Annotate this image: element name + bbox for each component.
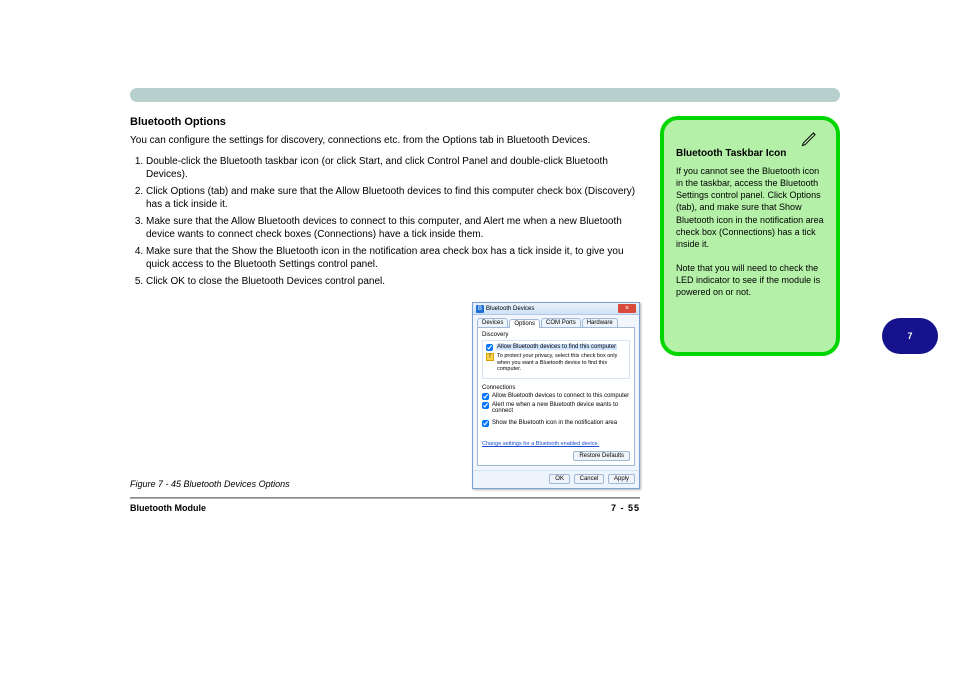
- pen-icon: [800, 128, 820, 148]
- apply-button[interactable]: Apply: [608, 474, 635, 484]
- change-settings-link[interactable]: Change settings for a Bluetooth enabled …: [482, 441, 599, 447]
- tab-comports[interactable]: COM Ports: [541, 318, 581, 327]
- footer-rule: [130, 497, 640, 499]
- main-content: Bluetooth Options You can configure the …: [130, 116, 640, 513]
- step-5: Click OK to close the Bluetooth Devices …: [146, 275, 640, 288]
- connections-checkbox2[interactable]: [482, 402, 489, 409]
- step-list: Double-click the Bluetooth taskbar icon …: [130, 155, 640, 288]
- dialog-footer: OK Cancel Apply: [473, 470, 639, 488]
- page-number: 7 - 55: [611, 503, 640, 513]
- restore-defaults-button[interactable]: Restore Defaults: [573, 451, 630, 461]
- header-rule: [130, 88, 840, 102]
- connections-checkbox2-row[interactable]: Alert me when a new Bluetooth device wan…: [482, 402, 630, 414]
- connections-group-title: Connections: [482, 385, 630, 391]
- step-3: Make sure that the Allow Bluetooth devic…: [146, 215, 640, 241]
- tab-options[interactable]: Options: [509, 319, 540, 328]
- section-intro: You can configure the settings for disco…: [130, 134, 640, 147]
- discovery-warning: To protect your privacy, select this che…: [497, 353, 626, 373]
- discovery-group-title: Discovery: [482, 332, 630, 338]
- connections-checkbox1[interactable]: [482, 393, 489, 400]
- connections-checkbox1-row[interactable]: Allow Bluetooth devices to connect to th…: [482, 393, 630, 400]
- dialog-title: Bluetooth Devices: [486, 306, 616, 312]
- dialog-titlebar[interactable]: B Bluetooth Devices ×: [473, 303, 639, 315]
- connections-checkbox2-label: Alert me when a new Bluetooth device wan…: [492, 402, 630, 414]
- note-body: If you cannot see the Bluetooth icon in …: [676, 165, 824, 299]
- notify-checkbox[interactable]: [482, 420, 489, 427]
- chapter-tab-label: 7: [907, 331, 912, 341]
- tab-devices[interactable]: Devices: [477, 318, 508, 327]
- bluetooth-devices-dialog: B Bluetooth Devices × Devices Options CO…: [472, 302, 640, 489]
- section-heading: Bluetooth Options: [130, 116, 640, 128]
- step-2: Click Options (tab) and make sure that t…: [146, 185, 640, 211]
- dialog-tabstrip: Devices Options COM Ports Hardware: [473, 315, 639, 327]
- cancel-button[interactable]: Cancel: [574, 474, 605, 484]
- step-1: Double-click the Bluetooth taskbar icon …: [146, 155, 640, 181]
- dialog-body: Discovery Allow Bluetooth devices to fin…: [477, 327, 635, 466]
- figure-caption: Figure 7 - 45 Bluetooth Devices Options: [130, 479, 462, 489]
- note-box: Bluetooth Taskbar Icon If you cannot see…: [660, 116, 840, 356]
- notify-checkbox-row[interactable]: Show the Bluetooth icon in the notificat…: [482, 420, 630, 427]
- note-title: Bluetooth Taskbar Icon: [676, 148, 824, 159]
- warning-icon: !: [486, 353, 494, 361]
- bluetooth-icon: B: [476, 305, 484, 313]
- notify-checkbox-label: Show the Bluetooth icon in the notificat…: [492, 420, 617, 426]
- close-icon[interactable]: ×: [618, 304, 636, 313]
- discovery-checkbox-label: Allow Bluetooth devices to find this com…: [496, 344, 617, 350]
- footer-left: Bluetooth Module: [130, 503, 206, 513]
- chapter-tab: 7: [882, 318, 938, 354]
- discovery-checkbox-row[interactable]: Allow Bluetooth devices to find this com…: [486, 344, 626, 351]
- ok-button[interactable]: OK: [549, 474, 570, 484]
- step-4: Make sure that the Show the Bluetooth ic…: [146, 245, 640, 271]
- discovery-checkbox[interactable]: [486, 344, 493, 351]
- connections-checkbox1-label: Allow Bluetooth devices to connect to th…: [492, 393, 629, 399]
- tab-hardware[interactable]: Hardware: [582, 318, 618, 327]
